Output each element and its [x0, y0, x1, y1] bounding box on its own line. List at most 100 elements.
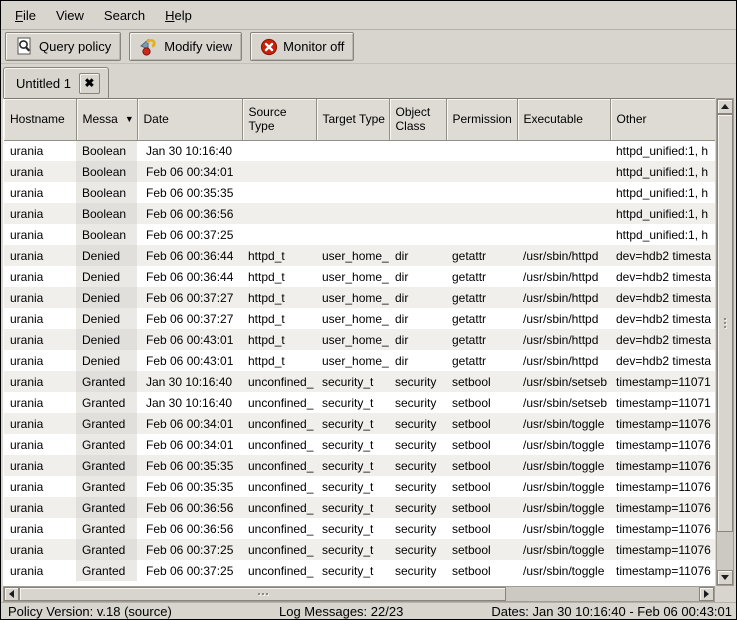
cell: Feb 06 00:37:25: [137, 560, 242, 581]
table-row[interactable]: uraniaGrantedFeb 06 00:37:25unconfined_s…: [4, 539, 715, 560]
monitor-off-label: Monitor off: [283, 39, 344, 54]
cell: setbool: [446, 497, 517, 518]
cell: security: [389, 539, 446, 560]
log-table-container: HostnameMessa▼DateSource TypeTarget Type…: [3, 98, 715, 586]
cell: unconfined_: [242, 413, 316, 434]
log-messages-status: Log Messages: 22/23: [279, 604, 403, 619]
cell: /usr/sbin/setseb: [517, 371, 610, 392]
cell: [389, 224, 446, 245]
table-row[interactable]: uraniaBooleanFeb 06 00:36:56httpd_unifie…: [4, 203, 715, 224]
cell: Granted: [76, 476, 137, 497]
tab-close-button[interactable]: ✖: [79, 73, 100, 94]
cell: urania: [4, 287, 76, 308]
column-header-executable[interactable]: Executable: [517, 99, 610, 140]
cell: Denied: [76, 329, 137, 350]
cell: timestamp=11071: [610, 392, 715, 413]
cell: [316, 140, 389, 161]
cell: httpd_t: [242, 266, 316, 287]
cell: security_t: [316, 539, 389, 560]
cell: dev=hdb2 timesta: [610, 308, 715, 329]
cell: security_t: [316, 560, 389, 581]
query-policy-button[interactable]: Query policy: [5, 32, 121, 61]
sort-descending-icon: ▼: [125, 114, 134, 124]
table-row[interactable]: uraniaDeniedFeb 06 00:36:44httpd_tuser_h…: [4, 245, 715, 266]
cell: Boolean: [76, 182, 137, 203]
cell: Granted: [76, 560, 137, 581]
cell: unconfined_: [242, 476, 316, 497]
cell: Granted: [76, 518, 137, 539]
cell: Feb 06 00:43:01: [137, 350, 242, 371]
cell: urania: [4, 539, 76, 560]
cell: [242, 182, 316, 203]
cell: security_t: [316, 413, 389, 434]
cell: setbool: [446, 455, 517, 476]
column-header-messa[interactable]: Messa▼: [76, 99, 137, 140]
cell: /usr/sbin/toggle: [517, 560, 610, 581]
scroll-right-button[interactable]: [699, 587, 714, 601]
cell: [446, 224, 517, 245]
table-row[interactable]: uraniaGrantedFeb 06 00:36:56unconfined_s…: [4, 518, 715, 539]
cell: user_home_: [316, 266, 389, 287]
scroll-left-button[interactable]: [4, 587, 19, 601]
horizontal-scrollbar-thumb[interactable]: [19, 587, 506, 601]
table-row[interactable]: uraniaBooleanJan 30 10:16:40httpd_unifie…: [4, 140, 715, 161]
cell: httpd_t: [242, 350, 316, 371]
cell: Feb 06 00:34:01: [137, 413, 242, 434]
table-row[interactable]: uraniaGrantedFeb 06 00:36:56unconfined_s…: [4, 497, 715, 518]
table-row[interactable]: uraniaDeniedFeb 06 00:37:27httpd_tuser_h…: [4, 308, 715, 329]
column-header-date[interactable]: Date: [137, 99, 242, 140]
toolbar: Query policy Modify view Monitor off: [1, 30, 736, 64]
cell: urania: [4, 308, 76, 329]
table-row[interactable]: uraniaGrantedFeb 06 00:35:35unconfined_s…: [4, 476, 715, 497]
tab-untitled-1[interactable]: Untitled 1 ✖: [3, 67, 109, 98]
cell: httpd_unified:1, h: [610, 161, 715, 182]
cell: getattr: [446, 245, 517, 266]
cell: unconfined_: [242, 560, 316, 581]
cell: httpd_t: [242, 245, 316, 266]
table-row[interactable]: uraniaBooleanFeb 06 00:37:25httpd_unifie…: [4, 224, 715, 245]
log-view: HostnameMessa▼DateSource TypeTarget Type…: [1, 98, 736, 602]
column-header-object-class[interactable]: Object Class: [389, 99, 446, 140]
horizontal-scrollbar[interactable]: [3, 586, 715, 602]
table-row[interactable]: uraniaGrantedFeb 06 00:35:35unconfined_s…: [4, 455, 715, 476]
column-header-target-type[interactable]: Target Type: [316, 99, 389, 140]
column-header-hostname[interactable]: Hostname: [4, 99, 76, 140]
column-header-source-type[interactable]: Source Type: [242, 99, 316, 140]
cell: /usr/sbin/httpd: [517, 308, 610, 329]
cell: setbool: [446, 560, 517, 581]
monitor-off-button[interactable]: Monitor off: [250, 32, 354, 61]
table-row[interactable]: uraniaDeniedFeb 06 00:43:01httpd_tuser_h…: [4, 329, 715, 350]
menu-help[interactable]: Help: [155, 3, 202, 28]
menu-file[interactable]: File: [5, 3, 46, 28]
modify-view-button[interactable]: Modify view: [129, 32, 242, 61]
cell: unconfined_: [242, 518, 316, 539]
scroll-up-button[interactable]: [717, 99, 733, 114]
cell: urania: [4, 518, 76, 539]
table-row[interactable]: uraniaBooleanFeb 06 00:35:35httpd_unifie…: [4, 182, 715, 203]
cell: dev=hdb2 timesta: [610, 245, 715, 266]
cell: dev=hdb2 timesta: [610, 329, 715, 350]
column-header-other[interactable]: Other: [610, 99, 715, 140]
table-row[interactable]: uraniaGrantedFeb 06 00:34:01unconfined_s…: [4, 434, 715, 455]
cell: urania: [4, 224, 76, 245]
cell: security: [389, 560, 446, 581]
cell: Granted: [76, 371, 137, 392]
menu-view[interactable]: View: [46, 3, 94, 28]
cell: /usr/sbin/setseb: [517, 392, 610, 413]
table-row[interactable]: uraniaDeniedFeb 06 00:37:27httpd_tuser_h…: [4, 287, 715, 308]
cell: urania: [4, 182, 76, 203]
menu-search[interactable]: Search: [94, 3, 155, 28]
table-row[interactable]: uraniaGrantedJan 30 10:16:40unconfined_s…: [4, 392, 715, 413]
vertical-scrollbar-thumb[interactable]: [717, 114, 733, 532]
table-row[interactable]: uraniaDeniedFeb 06 00:36:44httpd_tuser_h…: [4, 266, 715, 287]
table-row[interactable]: uraniaGrantedFeb 06 00:34:01unconfined_s…: [4, 413, 715, 434]
column-header-permission[interactable]: Permission: [446, 99, 517, 140]
table-row[interactable]: uraniaBooleanFeb 06 00:34:01httpd_unifie…: [4, 161, 715, 182]
scroll-down-button[interactable]: [717, 570, 733, 585]
table-row[interactable]: uraniaDeniedFeb 06 00:43:01httpd_tuser_h…: [4, 350, 715, 371]
cell: Boolean: [76, 161, 137, 182]
cell: dir: [389, 350, 446, 371]
table-row[interactable]: uraniaGrantedJan 30 10:16:40unconfined_s…: [4, 371, 715, 392]
table-row[interactable]: uraniaGrantedFeb 06 00:37:25unconfined_s…: [4, 560, 715, 581]
vertical-scrollbar[interactable]: [716, 98, 734, 586]
